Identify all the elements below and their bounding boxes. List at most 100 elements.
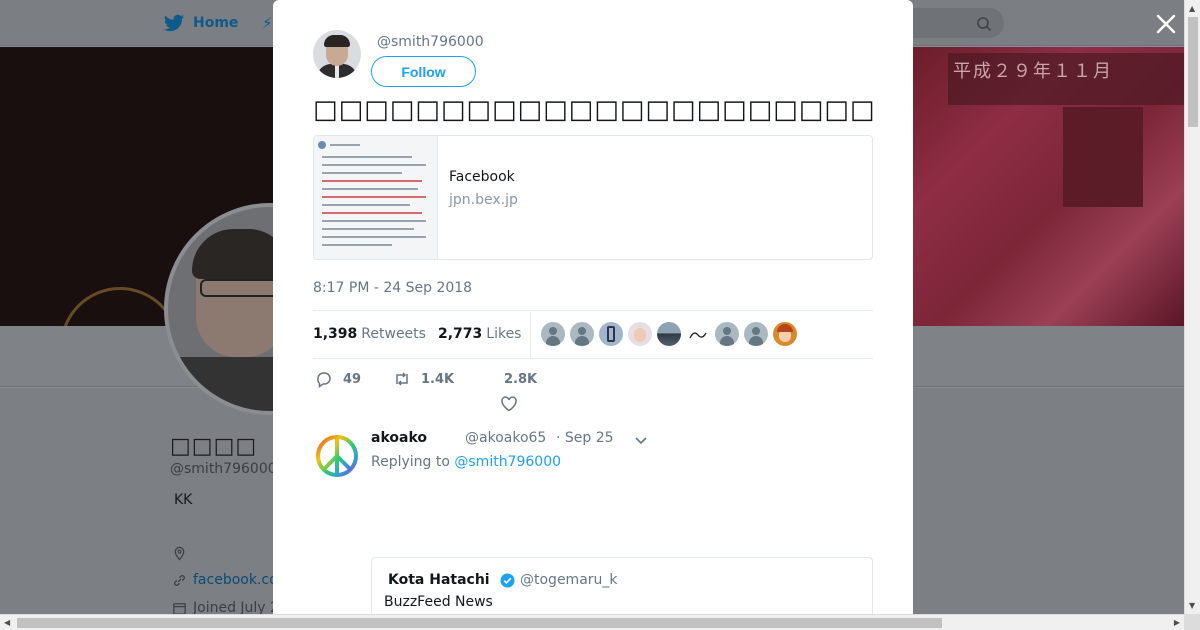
thumbnail-line bbox=[322, 172, 402, 174]
avatar-glasses bbox=[200, 279, 280, 297]
profile-website-link[interactable]: facebook.co bbox=[193, 572, 278, 588]
tweet-timestamp[interactable]: 8:17 PM - 24 Sep 2018 bbox=[313, 280, 472, 296]
profile-bio: KK bbox=[174, 492, 193, 508]
vertical-scroll-thumb[interactable] bbox=[1188, 17, 1198, 127]
replying-to: Replying to @smith796000 bbox=[371, 454, 561, 470]
liker-avatar[interactable] bbox=[686, 322, 710, 346]
liker-avatar[interactable] bbox=[744, 322, 768, 346]
tweet-permalink-modal: @smith796000 Follow □□□□□□□□□□□□□□□□□□□□… bbox=[273, 0, 913, 614]
home-nav-link[interactable]: Home bbox=[163, 12, 238, 34]
replying-to-link[interactable]: @smith796000 bbox=[454, 454, 561, 470]
banner-sign-text: 平成２９年１１月 bbox=[953, 61, 1113, 82]
like-count: 2.8K bbox=[504, 372, 538, 387]
retweets-label: Retweets bbox=[361, 326, 426, 342]
reply-author-handle[interactable]: @akoako65 bbox=[465, 430, 546, 446]
thumbnail-line bbox=[330, 144, 360, 146]
reply-count: 49 bbox=[343, 371, 362, 387]
card-thumbnail bbox=[314, 136, 438, 259]
likes-stat[interactable]: 2,773 Likes bbox=[438, 326, 522, 342]
banner-decoration bbox=[60, 287, 180, 326]
thumbnail-line bbox=[322, 188, 418, 190]
twitter-bird-icon bbox=[163, 14, 185, 32]
tweet-author-handle[interactable]: @smith796000 bbox=[377, 34, 484, 50]
liker-avatar[interactable] bbox=[628, 322, 652, 346]
thumbnail-line bbox=[322, 156, 412, 158]
scrollbar-corner bbox=[1184, 614, 1200, 630]
heart-icon bbox=[501, 396, 517, 412]
profile-handle: @smith796000 bbox=[170, 461, 277, 477]
retweet-icon bbox=[396, 372, 408, 386]
liker-avatar[interactable] bbox=[657, 322, 681, 346]
liker-avatar[interactable] bbox=[773, 322, 797, 346]
card-title: Facebook bbox=[449, 169, 515, 185]
liker-avatar[interactable] bbox=[541, 322, 565, 346]
location-pin-icon bbox=[174, 546, 185, 561]
tweet-text: □□□□□□□□□□□□□□□□□□□□□□□□□□□□□□□□□ bbox=[313, 95, 873, 125]
reply-action[interactable]: 49 bbox=[315, 370, 361, 388]
profile-name: □□□□ bbox=[170, 434, 258, 459]
scroll-down-arrow-icon[interactable]: ▼ bbox=[1189, 601, 1195, 610]
thumbnail-line bbox=[322, 212, 422, 214]
thumbnail-line bbox=[322, 164, 426, 166]
verified-badge-icon bbox=[500, 573, 515, 588]
search-icon bbox=[977, 17, 992, 32]
reply-date[interactable]: · Sep 25 bbox=[556, 430, 614, 446]
thumbnail-avatar bbox=[318, 141, 326, 149]
thumbnail-line bbox=[322, 236, 426, 238]
quoted-author-name: Kota Hatachi bbox=[388, 572, 490, 588]
divider bbox=[313, 358, 873, 359]
liker-avatar[interactable] bbox=[570, 322, 594, 346]
home-nav-label: Home bbox=[193, 15, 239, 31]
close-modal-button[interactable] bbox=[1154, 12, 1178, 36]
tweet-author-avatar[interactable] bbox=[313, 30, 361, 78]
link-preview-card[interactable]: Facebook jpn.bex.jp bbox=[313, 135, 873, 260]
reply-icon bbox=[317, 372, 331, 388]
reply-author-name[interactable]: akoako bbox=[371, 430, 427, 446]
chevron-down-icon[interactable] bbox=[633, 432, 649, 448]
like-action[interactable] bbox=[500, 395, 518, 413]
scroll-right-arrow-icon[interactable]: ▶ bbox=[1174, 618, 1180, 627]
tweet-stats: 1,398 Retweets 2,773 Likes bbox=[313, 324, 533, 344]
like-count-label[interactable]: 2.8K bbox=[504, 372, 537, 387]
retweet-action[interactable]: 1.4K bbox=[393, 370, 454, 388]
avatar-hair bbox=[324, 35, 350, 47]
likes-count: 2,773 bbox=[437, 326, 483, 342]
search-box[interactable] bbox=[912, 8, 1004, 38]
banner-photo: 平成２９年１１月 bbox=[913, 47, 1184, 326]
thumbnail-line bbox=[322, 220, 426, 222]
retweets-count: 1,398 bbox=[313, 326, 358, 342]
reply-author-avatar[interactable] bbox=[315, 434, 359, 478]
likers-avatars bbox=[541, 322, 797, 346]
peace-sign-icon bbox=[316, 435, 358, 477]
replying-to-prefix: Replying to bbox=[371, 454, 455, 470]
link-icon bbox=[174, 574, 185, 586]
horizontal-scrollbar[interactable]: ◀ ▶ bbox=[0, 614, 1184, 630]
liker-avatar[interactable] bbox=[715, 322, 739, 346]
close-icon bbox=[1156, 14, 1176, 34]
tweet-actions: 49 1.4K 2.8K bbox=[313, 370, 613, 420]
thumbnail-line bbox=[322, 180, 422, 182]
scroll-up-arrow-icon[interactable]: ▲ bbox=[1189, 4, 1195, 13]
quoted-tweet[interactable]: Kota Hatachi @togemaru_k BuzzFeed News bbox=[371, 557, 873, 614]
divider bbox=[313, 310, 873, 311]
profile-location-row bbox=[172, 546, 187, 561]
thumbnail-line bbox=[322, 244, 392, 246]
liker-avatar[interactable] bbox=[599, 322, 623, 346]
banner-block bbox=[1063, 107, 1143, 207]
quoted-author-handle: @togemaru_k bbox=[520, 572, 618, 588]
scroll-left-arrow-icon[interactable]: ◀ bbox=[4, 618, 10, 627]
follow-button[interactable]: Follow bbox=[371, 56, 476, 87]
thumbnail-line bbox=[322, 204, 410, 206]
quoted-tweet-text: BuzzFeed News bbox=[384, 594, 493, 610]
retweets-stat[interactable]: 1,398 Retweets bbox=[313, 326, 426, 342]
card-domain: jpn.bex.jp bbox=[449, 192, 518, 208]
thumbnail-line bbox=[322, 228, 414, 230]
horizontal-scroll-thumb[interactable] bbox=[17, 618, 942, 628]
profile-website-row[interactable]: facebook.co bbox=[172, 572, 278, 588]
vertical-scrollbar[interactable]: ▲ ▼ bbox=[1184, 0, 1200, 614]
likes-label: Likes bbox=[486, 326, 522, 342]
retweet-count: 1.4K bbox=[421, 371, 455, 387]
thumbnail-line bbox=[322, 196, 426, 198]
avatar-tie bbox=[335, 64, 339, 78]
stats-divider bbox=[530, 312, 531, 358]
